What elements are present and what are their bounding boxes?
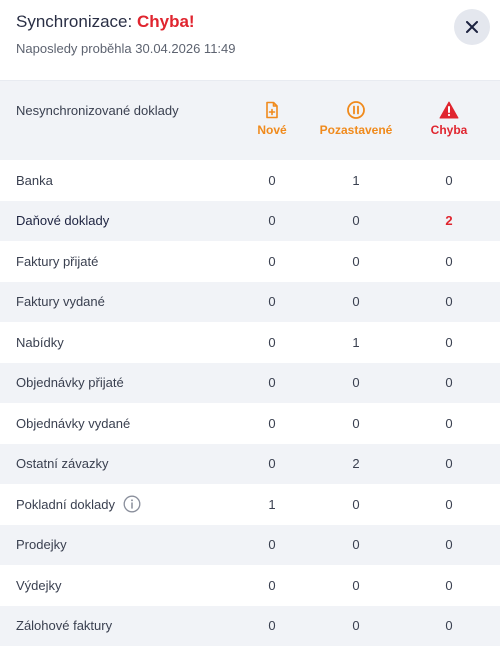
cell-new: 0 (268, 213, 276, 229)
cell-paused: 0 (352, 415, 360, 431)
cell-paused: 0 (352, 253, 360, 269)
cell-new: 1 (268, 496, 276, 512)
table-row[interactable]: Daňové doklady 0 0 2 (0, 200, 500, 241)
column-error-label: Chyba (430, 123, 468, 137)
row-label: Výdejky (16, 577, 62, 593)
warning-triangle-icon (439, 101, 459, 119)
panel-header: Synchronizace: Chyba! Naposledy proběhla… (0, 0, 500, 80)
new-document-icon (266, 101, 278, 119)
status-badge: Chyba! (136, 12, 195, 31)
table-row[interactable]: Výdejky 0 0 0 (0, 565, 500, 606)
cell-paused: 0 (352, 375, 360, 391)
row-label: Faktury přijaté (16, 253, 99, 269)
cell-paused: 2 (352, 456, 360, 472)
cell-paused: 0 (352, 537, 360, 553)
row-label: Objednávky přijaté (16, 375, 124, 391)
table-row[interactable]: Pokladní doklady 1 0 0 (0, 484, 500, 525)
table-row[interactable]: Prodejky 0 0 0 (0, 524, 500, 565)
row-label-with-info: Pokladní doklady (16, 484, 141, 525)
last-sync-text: Naposledy proběhla 30.04.2026 11:49 (16, 41, 236, 56)
sync-table: Nesynchronizované doklady Nové Pozastave… (0, 80, 500, 646)
row-label: Banka (16, 172, 53, 188)
cell-new: 0 (268, 253, 276, 269)
close-button[interactable] (454, 9, 490, 45)
cell-new: 0 (268, 415, 276, 431)
table-row[interactable]: Zálohové faktury 0 0 0 (0, 605, 500, 646)
cell-error: 0 (445, 618, 453, 634)
cell-error: 0 (445, 334, 453, 350)
row-label: Ostatní závazky (16, 456, 109, 472)
info-icon[interactable] (123, 495, 141, 513)
cell-paused: 1 (352, 334, 360, 350)
cell-new: 0 (268, 537, 276, 553)
page-title: Synchronizace: Chyba! (16, 11, 195, 33)
cell-new: 0 (268, 456, 276, 472)
table-row[interactable]: Objednávky vydané 0 0 0 (0, 403, 500, 444)
cell-new: 0 (268, 618, 276, 634)
cell-paused: 0 (352, 618, 360, 634)
cell-error: 0 (445, 172, 453, 188)
cell-error: 0 (445, 537, 453, 553)
cell-new: 0 (268, 294, 276, 310)
cell-paused: 0 (352, 294, 360, 310)
row-label: Nabídky (16, 334, 64, 350)
cell-error: 0 (445, 415, 453, 431)
row-label: Objednávky vydané (16, 415, 131, 431)
table-row[interactable]: Objednávky přijaté 0 0 0 (0, 362, 500, 403)
cell-error: 0 (445, 375, 453, 391)
table-row[interactable]: Nabídky 0 1 0 (0, 322, 500, 363)
column-error: Chyba (394, 99, 500, 137)
cell-error: 0 (445, 253, 453, 269)
cell-new: 0 (268, 172, 276, 188)
table-row[interactable]: Banka 0 1 0 (0, 160, 500, 201)
cell-error: 2 (445, 213, 453, 229)
cell-error: 0 (445, 294, 453, 310)
table-row[interactable]: Faktury vydané 0 0 0 (0, 281, 500, 322)
row-label: Zálohové faktury (16, 618, 113, 634)
cell-new: 0 (268, 577, 276, 593)
cell-new: 0 (268, 375, 276, 391)
close-icon (466, 21, 478, 33)
pause-circle-icon (347, 101, 365, 119)
table-header: Nesynchronizované doklady Nové Pozastave… (0, 80, 500, 160)
cell-error: 0 (445, 577, 453, 593)
cell-error: 0 (445, 496, 453, 512)
title-text: Synchronizace: (16, 12, 133, 31)
row-label: Daňové doklady (16, 213, 110, 229)
cell-new: 0 (268, 334, 276, 350)
cell-paused: 0 (352, 496, 360, 512)
row-label: Prodejky (16, 537, 67, 553)
row-label: Pokladní doklady (16, 496, 116, 512)
table-label: Nesynchronizované doklady (16, 103, 179, 118)
table-row[interactable]: Ostatní závazky 0 2 0 (0, 443, 500, 484)
cell-paused: 0 (352, 577, 360, 593)
cell-error: 0 (445, 456, 453, 472)
cell-paused: 1 (352, 172, 360, 188)
sync-panel: Synchronizace: Chyba! Naposledy proběhla… (0, 0, 500, 652)
row-label: Faktury vydané (16, 294, 105, 310)
table-row[interactable]: Faktury přijaté 0 0 0 (0, 241, 500, 282)
cell-paused: 0 (352, 213, 360, 229)
